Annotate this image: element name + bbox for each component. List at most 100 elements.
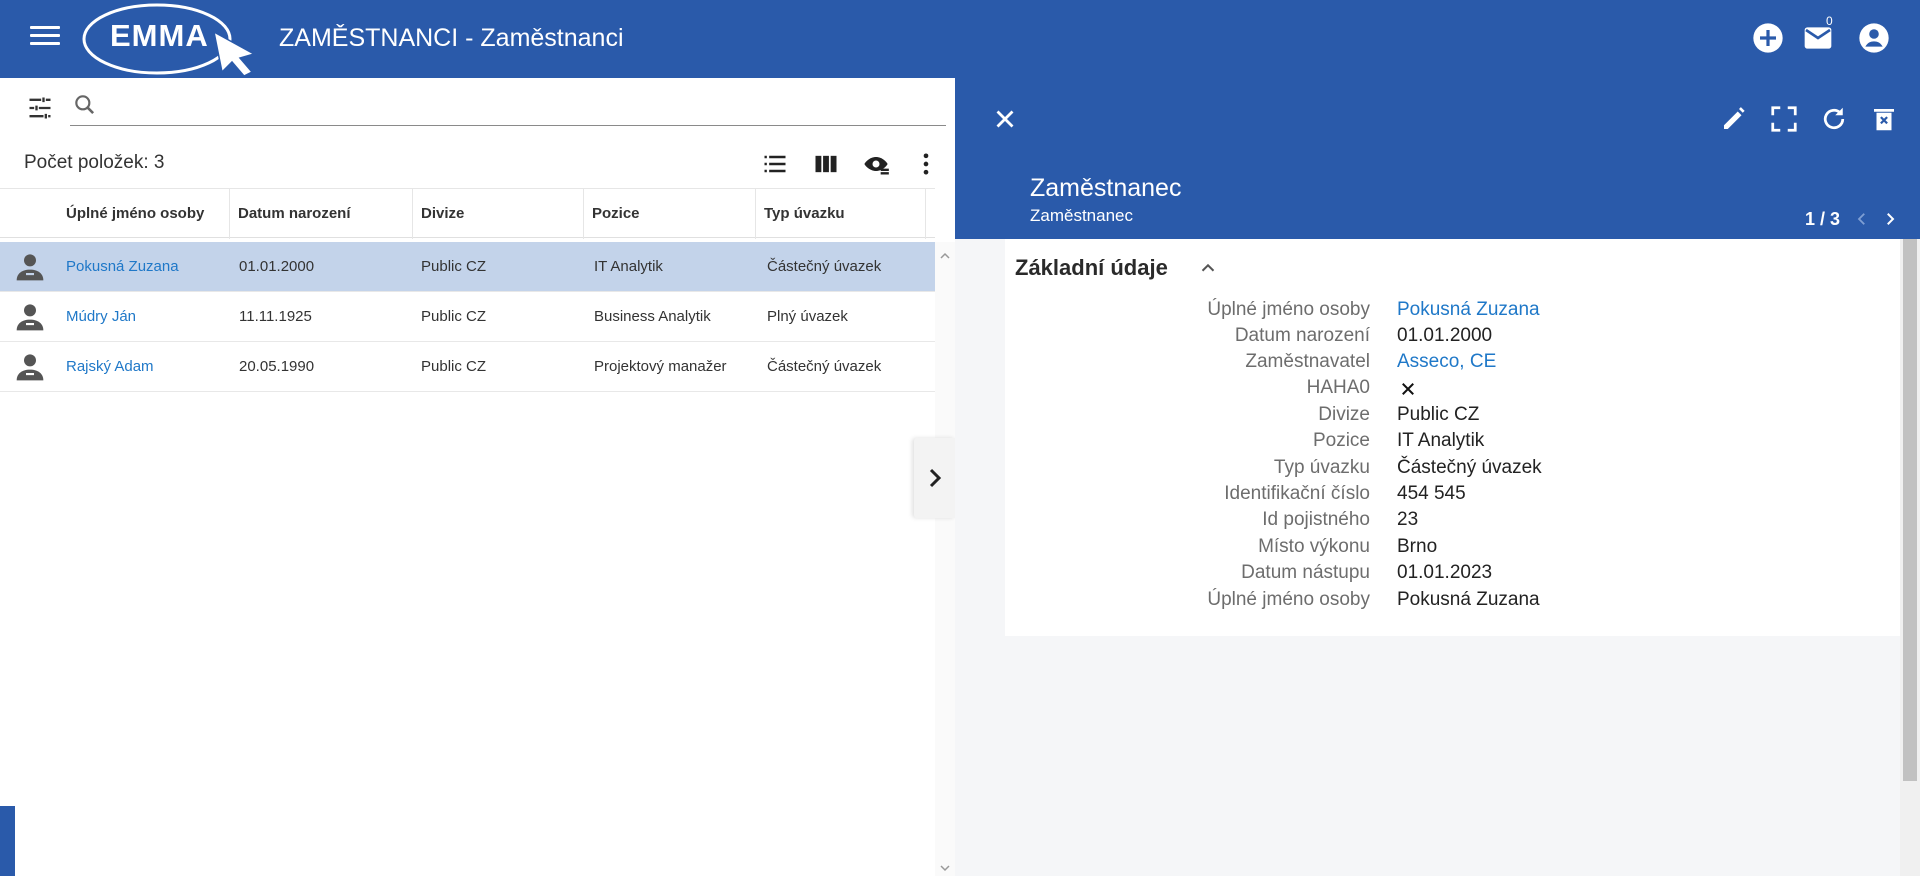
- x-icon: [1399, 380, 1417, 398]
- cell-full-name[interactable]: Rajský Adam: [66, 342, 154, 392]
- columns-icon[interactable]: [812, 150, 840, 178]
- field-value: Brno: [1397, 536, 1438, 557]
- table-row[interactable]: Múdry Ján 11.11.1925 Public CZ Business …: [0, 292, 935, 342]
- field-value: 23: [1397, 509, 1419, 530]
- cell-birth-date: 20.05.1990: [239, 358, 315, 375]
- section-title: Základní údaje: [1015, 255, 1168, 280]
- field-label: Id pojistného: [1262, 509, 1370, 530]
- table-row[interactable]: Pokusná Zuzana 01.01.2000 Public CZ IT A…: [0, 242, 935, 292]
- visibility-settings-icon[interactable]: [862, 150, 890, 178]
- list-panel: Počet položek: 3 Úplné jméno osoby Datum…: [0, 78, 955, 876]
- field-label: Datum nástupu: [1241, 562, 1370, 583]
- chevron-up-icon[interactable]: [1197, 257, 1219, 279]
- account-circle-icon[interactable]: [1858, 22, 1890, 54]
- field-full-name: Úplné jméno osoby Pokusná Zuzana: [1005, 299, 1900, 325]
- cell-position: Projektový manažer: [594, 358, 727, 375]
- field-label: Divize: [1318, 404, 1370, 425]
- column-header-division[interactable]: Divize: [413, 189, 584, 239]
- field-value-link[interactable]: Pokusná Zuzana: [1397, 299, 1540, 321]
- person-icon: [14, 251, 46, 283]
- field-value: Public CZ: [1397, 404, 1480, 425]
- field-division: Divize Public CZ: [1005, 404, 1900, 430]
- field-insurance-id: Id pojistného 23: [1005, 509, 1900, 535]
- field-haha0: HAHA0: [1005, 377, 1900, 403]
- field-label: Úplné jméno osoby: [1207, 299, 1370, 320]
- field-value: 454 545: [1397, 483, 1466, 504]
- field-value: Částečný úvazek: [1397, 457, 1542, 478]
- add-circle-icon[interactable]: [1752, 22, 1784, 54]
- column-header-birth-date[interactable]: Datum narození: [230, 189, 413, 239]
- cell-position: Business Analytik: [594, 308, 711, 325]
- field-value: 01.01.2023: [1397, 562, 1493, 583]
- column-header-position[interactable]: Pozice: [584, 189, 756, 239]
- table-row[interactable]: Rajský Adam 20.05.1990 Public CZ Projekt…: [0, 342, 935, 392]
- field-value: Pokusná Zuzana: [1397, 589, 1540, 610]
- item-count: Počet položek: 3: [24, 152, 165, 173]
- detail-scrollbar[interactable]: [1900, 239, 1920, 876]
- person-icon: [14, 351, 46, 383]
- field-label: Zaměstnavatel: [1245, 351, 1370, 372]
- field-value: IT Analytik: [1397, 430, 1485, 451]
- logo-text: EMMA: [110, 18, 209, 53]
- field-value: 01.01.2000: [1397, 325, 1493, 346]
- chevron-right-icon[interactable]: [1881, 210, 1899, 228]
- page-title: ZAMĚSTNANCI - Zaměstnanci: [279, 24, 624, 52]
- collapse-panel-button[interactable]: [914, 438, 955, 518]
- cell-position: IT Analytik: [594, 258, 663, 275]
- fullscreen-icon[interactable]: [1769, 104, 1799, 134]
- search-bar: [70, 86, 946, 126]
- basic-info-section: Základní údaje Úplné jméno osoby Pokusná…: [1005, 239, 1900, 636]
- cell-full-name[interactable]: Pokusná Zuzana: [66, 242, 179, 292]
- close-icon[interactable]: [990, 104, 1020, 134]
- detail-title: Zaměstnanec: [1030, 174, 1182, 202]
- cell-division: Public CZ: [421, 358, 487, 375]
- cell-division: Public CZ: [421, 258, 487, 275]
- cell-full-name[interactable]: Múdry Ján: [66, 292, 136, 342]
- person-icon: [14, 301, 46, 333]
- cell-division: Public CZ: [421, 308, 487, 325]
- field-work-location: Místo výkonu Brno: [1005, 536, 1900, 562]
- detail-panel: Zaměstnanec Zaměstnanec 1 / 3 Základní ú…: [955, 78, 1920, 876]
- mail-count-badge: 0: [1826, 14, 1833, 28]
- cell-contract-type: Částečný úvazek: [767, 258, 882, 275]
- detail-header: Zaměstnanec Zaměstnanec 1 / 3: [955, 78, 1920, 239]
- search-input[interactable]: [108, 90, 938, 120]
- list-scrollbar[interactable]: [935, 242, 955, 876]
- field-label: Datum narození: [1234, 325, 1370, 346]
- menu-icon[interactable]: [30, 26, 60, 52]
- field-label: Pozice: [1312, 430, 1370, 451]
- filter-settings-icon[interactable]: [26, 94, 54, 122]
- app-header: EMMA ZAMĚSTNANCI - Zaměstnanci 0: [0, 0, 1920, 78]
- field-label: HAHA0: [1306, 377, 1370, 398]
- more-vertical-icon[interactable]: [912, 150, 940, 178]
- column-header-full-name[interactable]: Úplné jméno osoby: [58, 189, 230, 239]
- scroll-down-icon[interactable]: [939, 860, 951, 872]
- cell-contract-type: Částečný úvazek: [767, 358, 882, 375]
- scrollbar-thumb[interactable]: [1903, 239, 1917, 781]
- refresh-icon[interactable]: [1819, 104, 1849, 134]
- field-contract-type: Typ úvazku Částečný úvazek: [1005, 457, 1900, 483]
- side-drawer-tab[interactable]: [0, 806, 15, 876]
- field-id-number: Identifikační číslo 454 545: [1005, 483, 1900, 509]
- field-start-date: Datum nástupu 01.01.2023: [1005, 562, 1900, 588]
- field-label: Typ úvazku: [1273, 457, 1370, 478]
- field-full-name-2: Úplné jméno osoby Pokusná Zuzana: [1005, 589, 1900, 615]
- field-label: Úplné jméno osoby: [1207, 589, 1370, 610]
- field-position: Pozice IT Analytik: [1005, 430, 1900, 456]
- cell-birth-date: 11.11.1925: [239, 308, 312, 325]
- cell-birth-date: 01.01.2000: [239, 258, 315, 275]
- cell-contract-type: Plný úvazek: [767, 308, 848, 325]
- list-view-icon[interactable]: [761, 150, 789, 178]
- field-label: Místo výkonu: [1258, 536, 1370, 557]
- field-birth-date: Datum narození 01.01.2000: [1005, 325, 1900, 351]
- table-header: Úplné jméno osoby Datum narození Divize …: [0, 188, 935, 239]
- record-pager: 1 / 3: [1805, 209, 1841, 229]
- column-header-contract-type[interactable]: Typ úvazku: [756, 189, 926, 239]
- edit-icon[interactable]: [1719, 104, 1749, 134]
- field-employer: Zaměstnavatel Asseco, CE: [1005, 351, 1900, 377]
- chevron-left-icon[interactable]: [1853, 210, 1871, 228]
- field-value-link[interactable]: Asseco, CE: [1397, 351, 1496, 373]
- delete-icon[interactable]: [1869, 104, 1899, 134]
- search-icon: [72, 92, 98, 118]
- scroll-up-icon[interactable]: [939, 248, 951, 259]
